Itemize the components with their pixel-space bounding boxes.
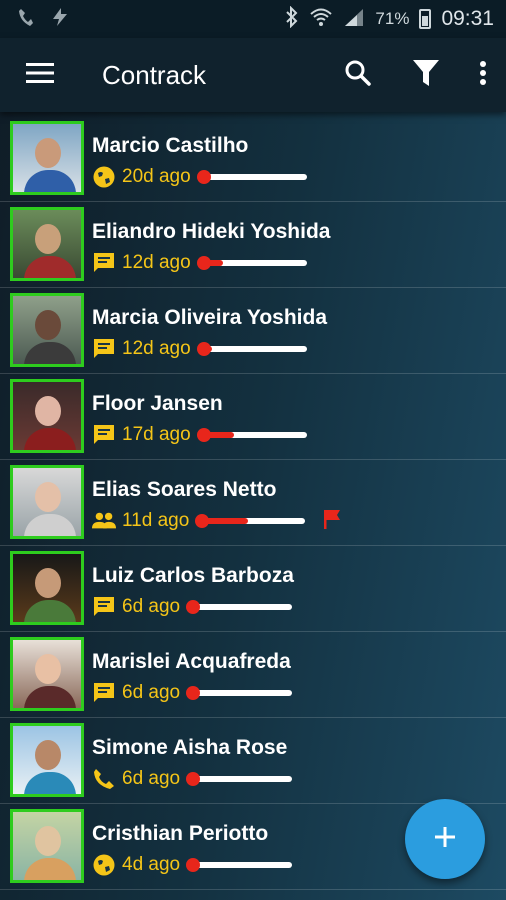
contact-name: Luiz Carlos Barboza [92, 564, 294, 587]
contact-avatar[interactable] [10, 121, 84, 195]
last-contact-time: 6d ago [122, 682, 181, 703]
message-icon [92, 595, 116, 619]
contact-name: Marcio Castilho [92, 134, 249, 157]
group-icon [92, 509, 116, 533]
message-icon [92, 251, 116, 275]
menu-button[interactable] [0, 38, 80, 112]
contact-avatar[interactable] [10, 465, 84, 539]
search-button[interactable] [324, 38, 392, 112]
contact-row[interactable]: Elias Soares Netto 11d ago [0, 460, 506, 546]
thermometer-bar [196, 342, 307, 356]
battery-icon [419, 9, 432, 29]
contact-row[interactable]: Eliandro Hideki Yoshida 12d ago [0, 202, 506, 288]
last-contact-time: 6d ago [122, 596, 181, 617]
battery-percent: 71% [375, 9, 410, 28]
contact-avatar[interactable] [10, 379, 84, 453]
phone-icon [92, 767, 116, 791]
app-title: Contrack [102, 59, 207, 90]
contact-row[interactable]: Marcio Castilho 20d ago [0, 116, 506, 202]
thermometer-bar [196, 428, 307, 442]
phone-status-icon [18, 7, 34, 32]
contact-avatar[interactable] [10, 207, 84, 281]
filter-icon [412, 58, 440, 93]
last-contact-time: 4d ago [122, 854, 181, 875]
contact-row[interactable]: Floor Jansen 17d ago [0, 374, 506, 460]
contact-row[interactable]: Marislei Acquafreda 6d ago [0, 632, 506, 718]
bluetooth-icon [285, 5, 299, 33]
more-options-button[interactable] [460, 38, 506, 112]
message-icon [92, 423, 116, 447]
thermometer-bar [195, 514, 306, 528]
app-bar: Contrack [0, 38, 506, 112]
filter-button[interactable] [392, 38, 460, 112]
contact-name: Floor Jansen [92, 392, 223, 415]
menu-icon [26, 62, 54, 89]
message-icon [92, 681, 116, 705]
contact-avatar[interactable] [10, 551, 84, 625]
last-contact-time: 17d ago [122, 424, 191, 445]
contact-list: Marcio Castilho 20d ago Eliandro Hideki … [0, 116, 506, 890]
thermometer-bar [186, 772, 293, 786]
last-contact-time: 6d ago [122, 768, 181, 789]
thermometer-bar [186, 600, 293, 614]
contact-name: Elias Soares Netto [92, 478, 277, 501]
web-icon [92, 165, 116, 189]
contact-name: Marislei Acquafreda [92, 650, 291, 673]
wifi-icon [309, 7, 333, 32]
last-contact-time: 12d ago [122, 252, 191, 273]
web-icon [92, 853, 116, 877]
contact-name: Eliandro Hideki Yoshida [92, 220, 331, 243]
contact-avatar[interactable] [10, 723, 84, 797]
thermometer-bar [186, 686, 293, 700]
thermometer-bar [186, 858, 293, 872]
thermometer-bar [196, 170, 307, 184]
add-icon [433, 825, 457, 854]
thermometer-bar [196, 256, 307, 270]
contact-name: Marcia Oliveira Yoshida [92, 306, 327, 329]
contact-avatar[interactable] [10, 809, 84, 883]
more-vert-icon [479, 60, 487, 91]
signal-icon [343, 7, 365, 32]
contact-row[interactable]: Simone Aisha Rose 6d ago [0, 718, 506, 804]
add-contact-button[interactable] [405, 799, 485, 879]
contact-name: Simone Aisha Rose [92, 736, 288, 759]
search-icon [344, 59, 372, 92]
last-contact-time: 20d ago [122, 166, 191, 187]
last-contact-time: 12d ago [122, 338, 191, 359]
last-contact-time: 11d ago [122, 510, 190, 531]
clock: 09:31 [441, 7, 494, 30]
contact-avatar[interactable] [10, 293, 84, 367]
message-icon [92, 337, 116, 361]
contact-row[interactable]: Luiz Carlos Barboza 6d ago [0, 546, 506, 632]
flash-status-icon [50, 7, 70, 32]
contact-avatar[interactable] [10, 637, 84, 711]
contact-row[interactable]: Marcia Oliveira Yoshida 12d ago [0, 288, 506, 374]
flag-icon[interactable] [321, 508, 343, 535]
status-bar: 71% 09:31 [0, 0, 506, 38]
